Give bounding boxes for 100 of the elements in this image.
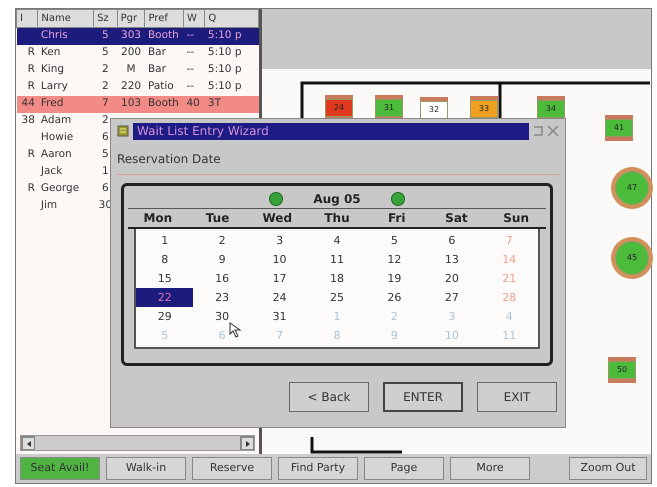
table-cell-text: 5: [101, 147, 110, 162]
calendar-day[interactable]: 1: [136, 231, 194, 250]
calendar-day[interactable]: 20: [423, 269, 481, 288]
table-cell: Chris: [38, 28, 94, 44]
table-cell: R: [16, 44, 38, 62]
table-cell-text: Patio: [146, 79, 175, 94]
dialog-button[interactable]: < Back: [289, 382, 369, 412]
dialog-button[interactable]: ENTER: [383, 382, 463, 412]
table-cell-text: Jim: [39, 198, 58, 214]
calendar-day[interactable]: 17: [250, 269, 308, 288]
next-month-button[interactable]: [390, 192, 405, 206]
scroll-left-icon[interactable]: [21, 436, 35, 450]
table-cell-text: Larry: [40, 79, 69, 94]
column-header[interactable]: Sz: [94, 10, 118, 28]
column-header[interactable]: Q: [204, 10, 258, 28]
close-icon[interactable]: [547, 125, 559, 137]
table-cell: 5:10 p: [204, 28, 258, 44]
table-cell: 5:10 p: [204, 44, 258, 62]
table-cell-text: 6: [101, 130, 110, 146]
toolbar-button[interactable]: Seat Avail!: [20, 457, 100, 480]
table-cell: Fred: [38, 96, 94, 112]
previous-month-button[interactable]: [269, 192, 284, 206]
calendar-day[interactable]: 23: [193, 288, 251, 307]
column-header[interactable]: Name: [38, 10, 94, 28]
calendar-day[interactable]: 12: [366, 250, 424, 269]
calendar-day[interactable]: 24: [250, 288, 308, 307]
table-cell: 7: [94, 96, 118, 112]
column-header[interactable]: W: [184, 10, 205, 28]
table-cell-text: 2: [101, 79, 110, 94]
column-header[interactable]: Pref: [144, 10, 184, 28]
calendar-day[interactable]: 3: [250, 231, 308, 250]
table-cell: 5: [94, 28, 118, 44]
calendar-day[interactable]: 22: [136, 288, 194, 307]
calendar-day[interactable]: 6: [423, 231, 481, 250]
table-cell: 3T: [204, 96, 258, 112]
weekday-label: Tue: [204, 210, 230, 227]
maximize-icon[interactable]: [533, 126, 543, 136]
calendar-day[interactable]: 26: [366, 288, 424, 307]
table-cell-text: Aaron: [40, 147, 73, 162]
calendar-day[interactable]: 8: [136, 250, 194, 269]
table-cell: 40: [184, 96, 205, 112]
table-cell: Bar: [144, 44, 184, 62]
calendar-day[interactable]: 11: [308, 250, 366, 269]
table-cell: Adam: [38, 112, 94, 130]
table-cell: 303: [117, 28, 145, 44]
table-cell: Ken: [38, 44, 94, 62]
table-cell-text: R: [26, 79, 36, 94]
calendar-day[interactable]: 30: [193, 307, 251, 326]
calendar-day[interactable]: 29: [136, 307, 194, 326]
table-cell: 200: [117, 44, 145, 62]
table-cell: 2: [94, 112, 118, 130]
table-cell-text: King: [40, 62, 66, 78]
scroll-right-icon[interactable]: [240, 436, 254, 450]
table-cell: Booth: [144, 96, 184, 112]
calendar-day[interactable]: 19: [366, 269, 424, 288]
horizontal-scrollbar[interactable]: [20, 435, 255, 452]
weekday-label: Mon: [142, 210, 174, 227]
table-cell: 103: [117, 96, 145, 112]
table-cell: 44: [16, 96, 38, 112]
table-cell-text: R: [26, 147, 36, 162]
calendar-day[interactable]: 15: [136, 269, 194, 288]
table-cell-text: --: [186, 62, 196, 78]
weekday-label: Fri: [386, 210, 406, 227]
calendar-day[interactable]: 2: [193, 231, 251, 250]
toolbar-button[interactable]: More: [450, 457, 530, 480]
weekday-label: Wed: [262, 210, 294, 227]
column-header[interactable]: Pgr: [117, 10, 145, 28]
calendar-day[interactable]: 16: [193, 269, 251, 288]
weekday-label: Sat: [444, 210, 469, 227]
calendar-day[interactable]: 10: [250, 250, 308, 269]
column-header[interactable]: I: [16, 10, 38, 28]
table-cell: 5: [94, 44, 118, 62]
calendar-day[interactable]: 31: [250, 307, 308, 326]
table-cell-text: 6: [101, 181, 110, 196]
toolbar-button[interactable]: Reserve: [192, 457, 272, 480]
toolbar-button[interactable]: Find Party: [278, 457, 358, 480]
table-cell-text: George: [40, 181, 80, 196]
table-cell-text: M: [126, 62, 137, 78]
calendar-day[interactable]: 13: [423, 250, 481, 269]
calendar-day[interactable]: 18: [308, 269, 366, 288]
table-cell: --: [184, 44, 205, 62]
toolbar-button[interactable]: Zoom Out: [569, 457, 647, 480]
calendar-day[interactable]: 27: [423, 288, 481, 307]
calendar-day[interactable]: 5: [366, 231, 424, 250]
dialog-button[interactable]: EXIT: [477, 382, 557, 412]
weekday-label: Thu: [323, 210, 351, 227]
toolbar-button[interactable]: Page: [364, 457, 444, 480]
table-cell-text: 5:10 p: [206, 62, 242, 78]
toolbar-button[interactable]: Walk-in: [106, 457, 186, 480]
app-icon: [117, 125, 129, 137]
table-cell-text: 5:10 p: [206, 79, 242, 94]
calendar-day[interactable]: 4: [308, 231, 366, 250]
month-label: Aug 05: [313, 191, 361, 208]
table-cell-text: --: [186, 79, 196, 94]
calendar-day[interactable]: 9: [193, 250, 251, 269]
table-cell: --: [184, 28, 205, 44]
mouse-pointer-icon: [229, 322, 243, 338]
calendar-day[interactable]: 25: [308, 288, 366, 307]
table-cell-text: R: [26, 181, 36, 196]
field-label: Reservation Date: [117, 151, 222, 168]
